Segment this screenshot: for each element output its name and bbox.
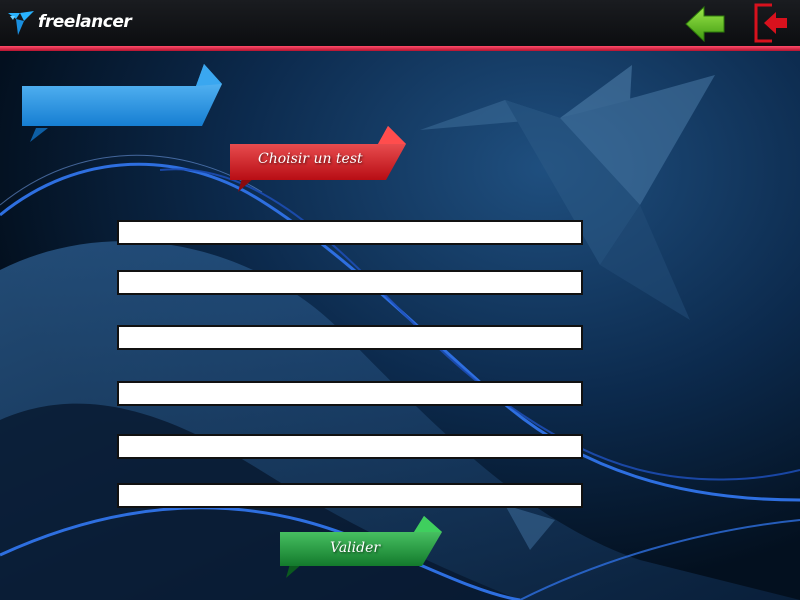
title-ribbon bbox=[20, 62, 224, 142]
exit-button[interactable] bbox=[752, 2, 790, 44]
freelancer-logo: freelancer bbox=[6, 6, 132, 38]
test-field-4[interactable] bbox=[117, 381, 583, 406]
top-bar: freelancer bbox=[0, 0, 800, 46]
test-field-6[interactable] bbox=[117, 483, 583, 508]
choose-test-ribbon: Choisir un test bbox=[228, 124, 408, 194]
header-accent-line bbox=[0, 46, 800, 51]
choose-test-label: Choisir un test bbox=[258, 151, 363, 167]
test-field-2[interactable] bbox=[117, 270, 583, 295]
freelancer-bird-icon bbox=[8, 11, 34, 35]
validate-label: Valider bbox=[330, 540, 381, 556]
arrow-left-icon bbox=[685, 5, 725, 43]
test-field-5[interactable] bbox=[117, 434, 583, 459]
brand-name: freelancer bbox=[38, 12, 132, 32]
test-field-1[interactable] bbox=[117, 220, 583, 245]
back-button[interactable] bbox=[684, 4, 726, 44]
exit-door-icon bbox=[754, 3, 787, 43]
test-field-3[interactable] bbox=[117, 325, 583, 350]
validate-button[interactable]: Valider bbox=[278, 516, 444, 578]
